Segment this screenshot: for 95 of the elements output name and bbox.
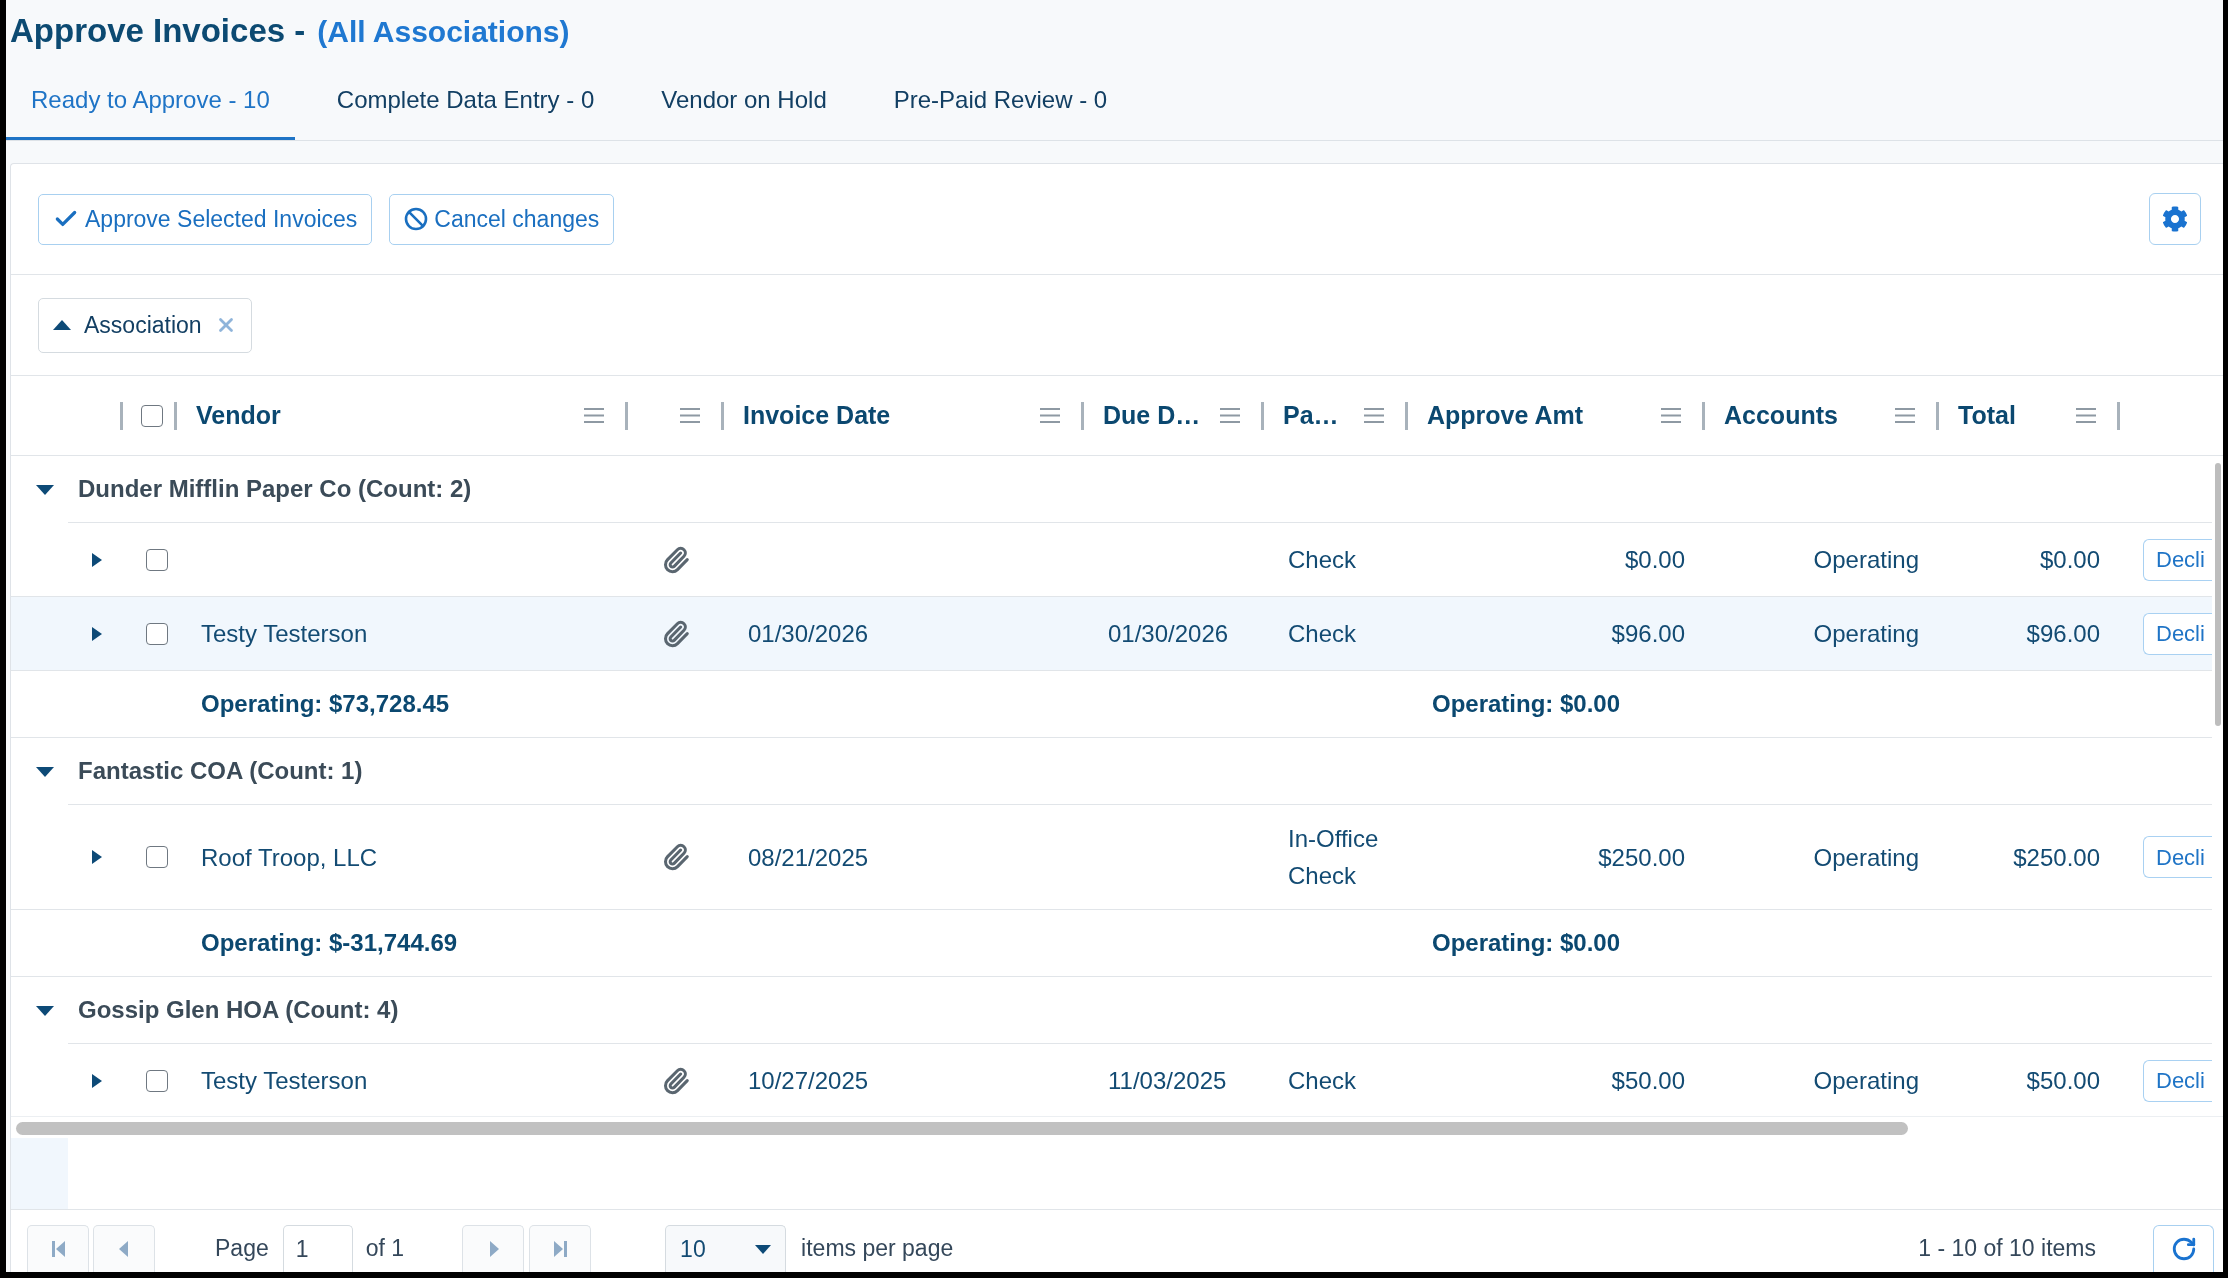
settings-icon <box>2162 206 2188 232</box>
page-input[interactable]: 1 <box>282 1225 353 1272</box>
horizontal-scrollbar[interactable] <box>16 1122 1908 1135</box>
group-total-text: Operating: $-31,744.69 <box>201 928 458 958</box>
group-total-text: Operating: $73,728.45 <box>201 689 450 719</box>
tab[interactable]: Pre-Paid Review - 0 <box>868 62 1133 140</box>
caret-right-icon[interactable] <box>92 1073 102 1088</box>
invoice-date: 10/27/2025 <box>748 1066 869 1096</box>
indent-strip <box>11 1138 68 1209</box>
vendor-name: Roof Troop, LLC <box>201 842 378 873</box>
first-page-icon <box>51 1241 65 1257</box>
tab[interactable]: Complete Data Entry - 0 <box>311 62 620 140</box>
total-amount: $96.00 <box>2026 619 2100 649</box>
tab[interactable]: Vendor on Hold <box>636 62 852 140</box>
paperclip-icon[interactable] <box>662 843 690 871</box>
ban-icon <box>404 207 429 231</box>
column-menu-icon[interactable] <box>1661 408 1681 423</box>
group-total-text: Operating: $0.00 <box>1432 689 1621 719</box>
approve-amount: $96.00 <box>1611 619 1685 649</box>
column-header[interactable]: Total <box>1958 396 2016 435</box>
account-name: Operating <box>1813 842 1919 873</box>
row-checkbox[interactable] <box>146 846 168 868</box>
caret-down-icon[interactable] <box>36 1005 54 1016</box>
due-date: 01/30/2026 <box>1108 619 1229 649</box>
tab[interactable]: Ready to Approve - 10 <box>6 62 295 140</box>
last-page-icon <box>553 1241 567 1257</box>
refresh-button[interactable] <box>2153 1225 2214 1272</box>
column-menu-icon[interactable] <box>584 408 604 423</box>
vertical-scrollbar[interactable] <box>2215 463 2221 726</box>
column-header[interactable]: Vendor <box>196 396 281 435</box>
column-header[interactable]: Due D… <box>1103 396 1201 435</box>
group-total-text: Operating: $0.00 <box>1432 928 1621 958</box>
payment-method: In-Office Check <box>1288 824 1380 891</box>
page-count-label: of 1 <box>365 1234 405 1264</box>
caret-down-icon[interactable] <box>36 484 54 495</box>
paperclip-icon[interactable] <box>662 619 690 648</box>
payment-method: Check <box>1288 545 1357 575</box>
settings-button[interactable] <box>2149 193 2201 245</box>
column-menu-icon[interactable] <box>1220 408 1240 423</box>
caret-right-icon[interactable] <box>92 552 102 567</box>
pager-summary: 1 - 10 of 10 items <box>1918 1234 2096 1264</box>
decline-button[interactable]: Decli <box>2143 538 2212 581</box>
column-menu-icon[interactable] <box>2076 408 2096 423</box>
column-menu-icon[interactable] <box>1895 408 1915 423</box>
refresh-icon <box>2170 1236 2197 1262</box>
due-date: 11/03/2025 <box>1108 1066 1227 1096</box>
caret-right-icon[interactable] <box>92 850 102 864</box>
vendor-name: Testy Testerson <box>201 619 368 649</box>
account-name: Operating <box>1813 545 1919 575</box>
group-title: Fantastic COA (Count: 1) <box>78 756 363 786</box>
account-name: Operating <box>1813 1066 1919 1096</box>
account-name: Operating <box>1813 619 1919 649</box>
row-checkbox[interactable] <box>146 1069 168 1092</box>
paperclip-icon[interactable] <box>662 545 690 574</box>
payment-method: Check <box>1288 619 1357 649</box>
column-header[interactable]: Invoice Date <box>743 396 891 435</box>
column-header[interactable]: Approve Amt <box>1427 396 1584 435</box>
invoice-date: 01/30/2026 <box>748 619 869 649</box>
group-title: Gossip Glen HOA (Count: 4) <box>78 995 399 1025</box>
items-per-page-label: items per page <box>801 1234 954 1264</box>
row-checkbox[interactable] <box>146 622 168 645</box>
invoice-date: 08/21/2025 <box>748 842 869 873</box>
invoice-row[interactable]: Testy Testerson 01/30/2026 01/30/2026 Check $96.00 Operating $96.00 Decli <box>11 597 2212 671</box>
page-title: Approve Invoices - <box>10 11 306 52</box>
page-label: Page <box>215 1234 269 1264</box>
vendor-name: Testy Testerson <box>201 1066 368 1096</box>
group-chip[interactable]: Association <box>38 297 252 353</box>
caret-up-icon[interactable] <box>53 320 71 330</box>
cancel-button[interactable]: Cancel changes <box>389 193 615 245</box>
column-menu-icon[interactable] <box>680 408 700 423</box>
column-menu-icon[interactable] <box>1364 408 1384 423</box>
caret-right-icon[interactable] <box>92 626 102 641</box>
total-amount: $0.00 <box>2039 545 2100 575</box>
paperclip-icon[interactable] <box>662 1066 690 1095</box>
column-header[interactable]: Pa… <box>1283 396 1339 435</box>
caret-down-icon[interactable] <box>36 766 54 777</box>
decline-button[interactable]: Decli <box>2143 1059 2212 1102</box>
decline-button[interactable]: Decli <box>2143 612 2212 655</box>
payment-method: Check <box>1288 1066 1357 1096</box>
column-menu-icon[interactable] <box>1040 408 1060 423</box>
row-checkbox[interactable] <box>146 548 168 571</box>
total-amount: $250.00 <box>2013 842 2100 873</box>
approve-amount: $250.00 <box>1598 842 1685 873</box>
page-size-select[interactable]: 10 <box>665 1225 787 1272</box>
select-all-checkbox[interactable] <box>141 404 163 427</box>
column-header[interactable]: Accounts <box>1724 396 1838 435</box>
approve-button[interactable]: Approve Selected Invoices <box>38 193 373 245</box>
group-title: Dunder Mifflin Paper Co (Count: 2) <box>78 474 472 504</box>
previous-page-icon <box>117 1241 131 1257</box>
approve-amount: $50.00 <box>1611 1066 1685 1096</box>
caret-down-icon <box>755 1244 772 1254</box>
association-scope-link[interactable]: (All Associations) <box>317 8 570 54</box>
decline-button[interactable]: Decli <box>2143 836 2212 878</box>
approve-amount: $0.00 <box>1624 545 1685 575</box>
total-amount: $50.00 <box>2026 1066 2100 1096</box>
